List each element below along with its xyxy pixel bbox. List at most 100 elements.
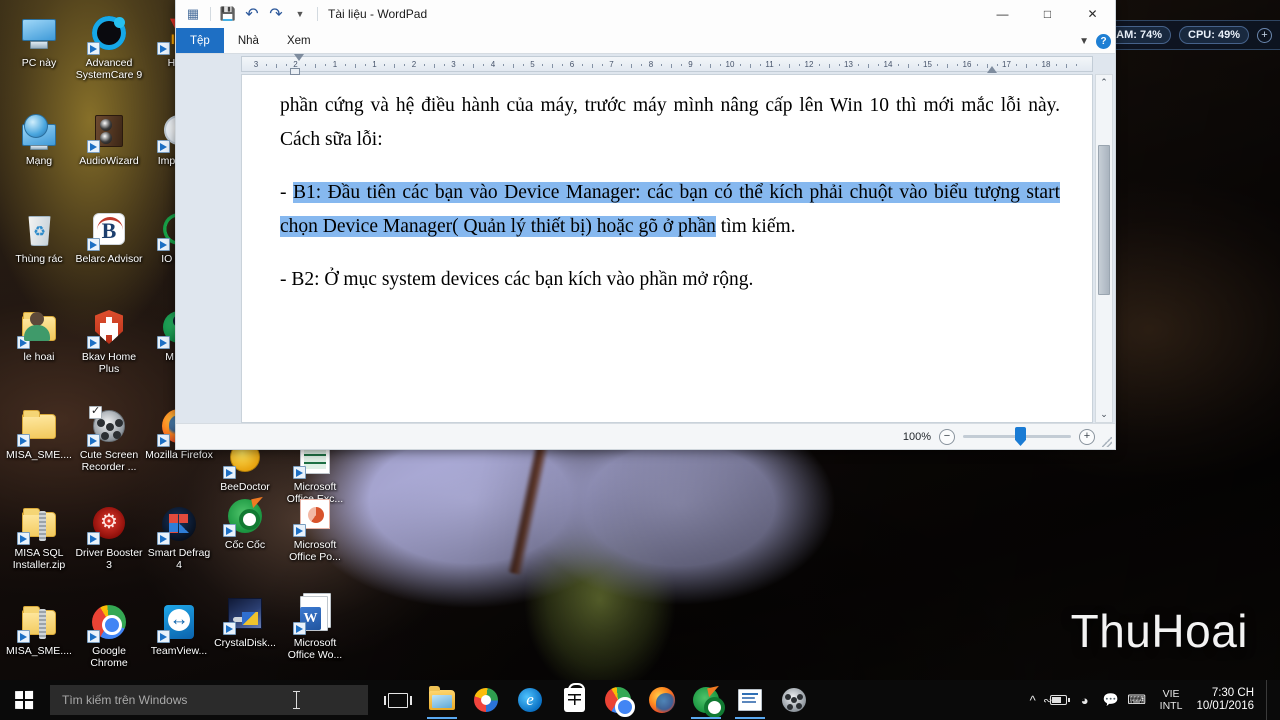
desktop-icon[interactable]: le hoai	[4, 302, 74, 400]
tab-xem[interactable]: Xem	[273, 28, 325, 53]
ruler-tick	[1036, 64, 1038, 66]
wordpad-icon[interactable]	[728, 680, 772, 720]
horizontal-ruler[interactable]: 3 2 1 1 2 3 4 5 6 7 8 9 10 11 12 13 14 15 16 17 18	[241, 56, 1093, 72]
desktop-icon[interactable]: Driver Booster 3	[74, 498, 144, 596]
first-line-indent-marker[interactable]	[294, 54, 304, 61]
desktop-icon-label: Mozilla Firefox	[145, 449, 213, 461]
photos-icon[interactable]	[464, 680, 508, 720]
language-indicator[interactable]: VIE INTL	[1150, 688, 1193, 712]
ruler-tick	[305, 64, 307, 66]
document-paragraph[interactable]: - B2: Ở mục system devices các bạn kích …	[280, 263, 1060, 297]
right-indent-marker[interactable]	[987, 66, 997, 73]
screen-recorder-icon[interactable]	[772, 680, 816, 720]
search-input[interactable]: Tìm kiếm trên Windows	[50, 685, 368, 715]
ruler-tick	[749, 64, 751, 68]
zoom-slider[interactable]	[963, 427, 1071, 446]
ruler-tick	[828, 64, 830, 68]
desktop-icon[interactable]: Smart Defrag 4	[144, 498, 214, 596]
document-paragraph[interactable]: - B1: Đầu tiên các bạn vào Device Manage…	[280, 176, 1060, 244]
microsoft-store-icon[interactable]	[552, 680, 596, 720]
advanced-systemcare-icon	[86, 12, 132, 56]
ruler-tick	[1075, 64, 1077, 66]
desktop-icon[interactable]: Mạng	[4, 106, 74, 204]
window-title-bar[interactable]: ▦ 💾 ↶ ↷ ▼ Tài liệu - WordPad — □ ✕	[176, 0, 1115, 28]
customize-qat-icon[interactable]: ▼	[289, 3, 311, 25]
ruler-tick	[957, 64, 959, 66]
desktop-icon[interactable]: AudioWizard	[74, 106, 144, 204]
document-text[interactable]: phần cứng và hệ điều hành của máy, trước…	[241, 74, 1093, 423]
ruler-tick	[265, 64, 267, 66]
system-tray: ^ ∾ ◕ 💬 ⌨ VIE INTL 7:30 CH 10/01/2016	[1020, 680, 1280, 720]
google-chrome-icon[interactable]	[596, 680, 640, 720]
wordpad-app-icon[interactable]: ▦	[182, 3, 204, 25]
touch-keyboard-icon[interactable]: ⌨	[1124, 680, 1150, 720]
document-paragraph[interactable]: phần cứng và hệ điều hành của máy, trước…	[280, 89, 1060, 157]
system-monitor-overlay[interactable]: RAM: 74% CPU: 49% +	[1088, 20, 1280, 50]
shortcut-arrow-icon	[87, 336, 100, 349]
ruler-tick	[660, 64, 662, 66]
clock-time: 7:30 CH	[1211, 687, 1254, 699]
desktop-icon[interactable]: Advanced SystemCare 9	[74, 8, 144, 106]
ruler-label: 12	[804, 60, 814, 69]
file-explorer-icon[interactable]	[420, 680, 464, 720]
ruler-tick	[1065, 64, 1067, 68]
show-hidden-icons-icon[interactable]: ^	[1020, 680, 1046, 720]
zoom-slider-thumb[interactable]	[1015, 427, 1026, 446]
scroll-down-icon[interactable]: ⌄	[1100, 407, 1108, 422]
audiowizard-icon	[86, 110, 132, 154]
zoom-in-button[interactable]: +	[1079, 428, 1095, 445]
maximize-button[interactable]: □	[1025, 0, 1070, 28]
plus-circle-icon[interactable]: +	[1257, 27, 1272, 43]
mozilla-firefox-icon[interactable]	[640, 680, 684, 720]
tab-tệp[interactable]: Tệp	[176, 28, 224, 53]
language-line-2: INTL	[1159, 700, 1183, 712]
shortcut-arrow-icon	[157, 532, 170, 545]
task-view-icon[interactable]	[376, 680, 420, 720]
desktop-icon[interactable]: MISA_SME....	[4, 400, 74, 498]
close-button[interactable]: ✕	[1070, 0, 1115, 28]
coccoc-icon[interactable]	[684, 680, 728, 720]
desktop-icon[interactable]: MISA SQL Installer.zip	[4, 498, 74, 596]
scroll-up-icon[interactable]: ⌃	[1100, 75, 1108, 90]
help-button[interactable]: ?	[1096, 33, 1111, 49]
chevron-down-icon[interactable]: ▼	[1079, 36, 1089, 47]
shortcut-arrow-icon	[157, 336, 170, 349]
zoom-out-button[interactable]: −	[939, 428, 955, 445]
start-button[interactable]	[0, 680, 48, 720]
microsoft-edge-icon[interactable]: e	[508, 680, 552, 720]
text-run: phần cứng và hệ điều hành của máy, trước…	[280, 95, 1060, 150]
desktop-icon[interactable]: Bkav Home Plus	[74, 302, 144, 400]
ruler-tick	[285, 64, 287, 66]
ruler-tick	[858, 64, 860, 66]
desktop-icon-label: Mạng	[25, 155, 53, 167]
left-indent-marker[interactable]	[290, 68, 300, 75]
minimize-button[interactable]: —	[980, 0, 1025, 28]
ruler-tick	[502, 64, 504, 66]
ruler-tick	[552, 64, 554, 68]
shortcut-arrow-icon	[17, 532, 30, 545]
desktop-icon[interactable]: B Belarc Advisor	[74, 204, 144, 302]
desktop-icon[interactable]: Thùng rác	[4, 204, 74, 302]
scrollbar-thumb[interactable]	[1098, 145, 1110, 295]
network-icon	[18, 112, 60, 152]
save-icon[interactable]: 💾	[217, 3, 239, 25]
ruler-tick	[710, 64, 712, 68]
desktop-icon[interactable]: Cute Screen Recorder ...	[74, 400, 144, 498]
document-page-area: phần cứng và hệ điều hành của máy, trước…	[241, 74, 1093, 423]
battery-icon[interactable]: ∾	[1043, 680, 1072, 720]
action-center-icon[interactable]: 💬	[1098, 680, 1124, 720]
window-resize-grip[interactable]	[1102, 437, 1112, 447]
selected-text-run: B1: Đầu tiên các bạn vào Device Manager:…	[280, 182, 1060, 237]
tab-nhà[interactable]: Nhà	[224, 28, 273, 53]
undo-icon[interactable]: ↶	[241, 3, 263, 25]
vertical-scrollbar[interactable]: ⌃ ⌄	[1095, 74, 1113, 423]
wordpad-window: ▦ 💾 ↶ ↷ ▼ Tài liệu - WordPad — □ ✕ Tệp Nh…	[175, 0, 1116, 450]
ruler-tick	[907, 64, 909, 68]
desktop-icon[interactable]: PC này	[4, 8, 74, 106]
show-desktop-button[interactable]	[1266, 680, 1274, 720]
network-wifi-icon[interactable]: ◕	[1072, 680, 1098, 720]
clock[interactable]: 7:30 CH 10/01/2016	[1192, 687, 1266, 713]
ruler-tick	[512, 64, 514, 68]
redo-icon[interactable]: ↷	[265, 3, 287, 25]
ruler-tick	[423, 64, 425, 66]
